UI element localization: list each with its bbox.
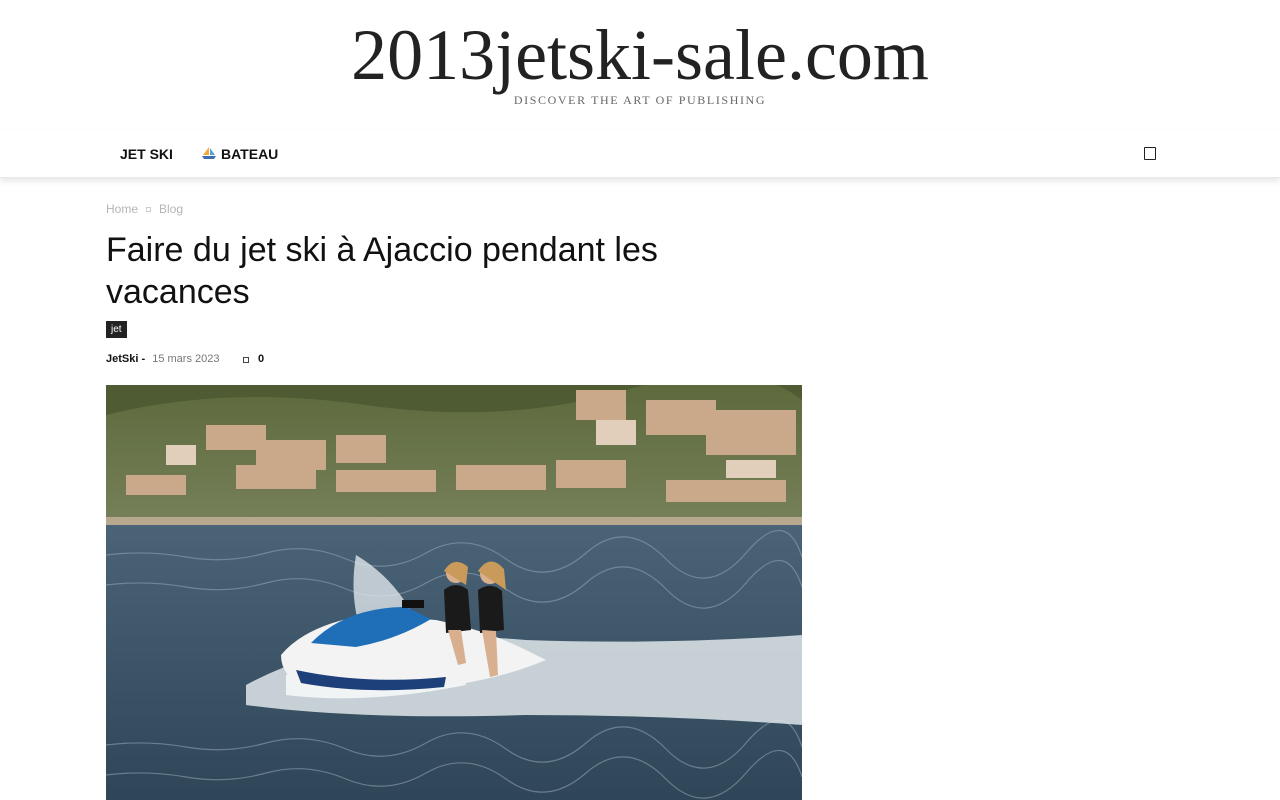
breadcrumb-blog[interactable]: Blog [159, 202, 183, 216]
comment-icon[interactable] [243, 357, 249, 363]
site-header: 2013jetski-sale.com DISCOVER THE ART OF … [0, 0, 1280, 130]
post-author[interactable]: JetSki [106, 353, 138, 365]
post-meta: JetSki - 15 mars 2023 0 [106, 353, 264, 365]
search-icon[interactable] [1144, 147, 1156, 160]
author-separator: - [141, 353, 146, 365]
site-tagline: DISCOVER THE ART OF PUBLISHING [513, 93, 767, 107]
main-menu: JET SKI BATEAU [0, 130, 1280, 178]
site-logo[interactable]: 2013jetski-sale.com [0, 14, 1280, 96]
breadcrumb: Home Blog [106, 202, 183, 216]
menu-item-label: JET SKI [120, 146, 173, 162]
category-tag[interactable]: jet [106, 321, 127, 338]
menu-item-label: BATEAU [221, 146, 279, 162]
post-date: 15 mars 2023 [152, 353, 220, 365]
menu-item-bateau[interactable]: BATEAU [201, 130, 278, 178]
menu-item-jet-ski[interactable]: JET SKI [120, 130, 173, 178]
featured-image [106, 385, 802, 800]
post-title: Faire du jet ski à Ajaccio pendant les v… [106, 231, 658, 311]
sailboat-icon [201, 131, 217, 159]
breadcrumb-separator-icon [146, 207, 152, 212]
breadcrumb-home[interactable]: Home [106, 202, 138, 216]
comment-count[interactable]: 0 [258, 353, 264, 365]
